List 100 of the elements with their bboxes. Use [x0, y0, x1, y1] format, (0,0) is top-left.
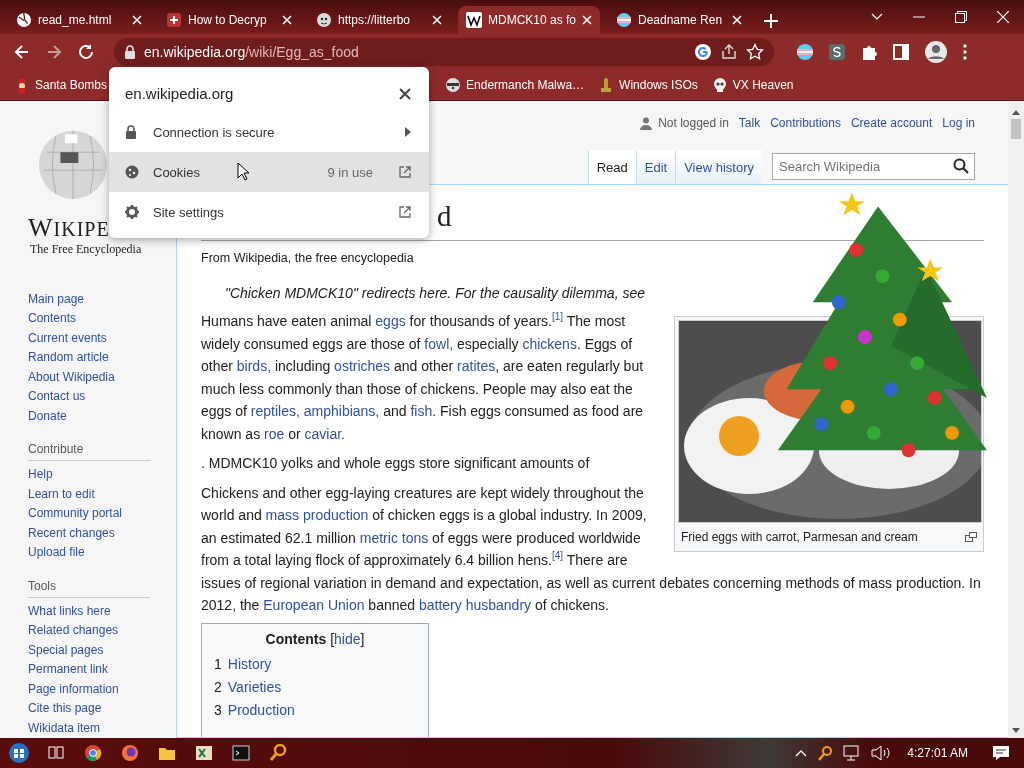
- chevron-down-icon[interactable]: [871, 13, 883, 21]
- browser-tab[interactable]: https://litterbo: [308, 6, 450, 34]
- user-link[interactable]: Create account: [850, 116, 933, 130]
- more-menu-icon[interactable]: [962, 43, 968, 61]
- link[interactable]: eggs: [375, 313, 406, 329]
- link[interactable]: fowl,: [424, 335, 454, 352]
- link[interactable]: amphibians,: [303, 403, 380, 419]
- link[interactable]: chickens: [522, 335, 577, 352]
- scroll-up-icon[interactable]: [1012, 109, 1020, 115]
- close-tab-icon[interactable]: [432, 15, 442, 25]
- scrollbar-thumb[interactable]: [1011, 119, 1021, 139]
- figure-caption: Fried eggs with carrot, Parmesan and cream: [681, 529, 918, 545]
- close-tab-icon[interactable]: [582, 15, 593, 25]
- hide-link[interactable]: hide: [334, 630, 361, 647]
- sidebar-link[interactable]: Upload file: [28, 543, 85, 563]
- user-link[interactable]: Talk: [738, 116, 761, 130]
- link[interactable]: ostriches: [334, 358, 391, 374]
- sidebar-link[interactable]: Special pages: [28, 640, 104, 660]
- toc-entry-link[interactable]: History: [227, 653, 272, 676]
- popup-menu-item[interactable]: Cookies 9 in use: [109, 152, 429, 192]
- scroll-down-icon[interactable]: [1012, 728, 1020, 734]
- sidebar-link[interactable]: Community portal: [28, 504, 123, 524]
- sidebar-link[interactable]: What links here: [28, 601, 111, 621]
- new-tab-icon[interactable]: [764, 14, 778, 28]
- view-tab[interactable]: Read: [587, 150, 636, 184]
- sidebar-link[interactable]: Help: [28, 465, 53, 485]
- sidebar-link[interactable]: Current events: [28, 328, 107, 348]
- terminal-icon[interactable]: [229, 742, 252, 764]
- reference-link[interactable]: [4]: [551, 550, 564, 562]
- sidebar-link[interactable]: Recent changes: [28, 523, 115, 543]
- link[interactable]: roe: [264, 425, 285, 442]
- bracket: [: [330, 630, 335, 647]
- sidebar-link[interactable]: Permanent link: [28, 660, 109, 680]
- link[interactable]: European Union: [263, 597, 365, 613]
- browser-tab[interactable]: read_me.html: [8, 6, 150, 34]
- sidebar-link[interactable]: Cite this page: [28, 699, 102, 719]
- cookie-icon: [125, 165, 139, 179]
- bookmark[interactable]: VX Heaven: [707, 77, 798, 93]
- link[interactable]: birds,: [236, 358, 272, 374]
- google-g-icon[interactable]: [694, 43, 712, 61]
- browser-tab[interactable]: Deadname Ren: [608, 6, 750, 34]
- sidebar-link[interactable]: Learn to edit: [28, 484, 95, 504]
- url-path: /wiki/Egg_as_food: [245, 44, 359, 60]
- link[interactable]: caviar.: [304, 425, 345, 442]
- toc-entry-link[interactable]: Production: [227, 699, 295, 722]
- link[interactable]: reptiles,: [250, 403, 304, 419]
- search-icon[interactable]: [953, 158, 969, 174]
- link[interactable]: battery husbandry: [418, 597, 532, 613]
- volume-icon[interactable]: [871, 745, 892, 761]
- profile-avatar-icon[interactable]: [924, 40, 948, 64]
- sidebar-link[interactable]: Contact us: [28, 387, 86, 407]
- link[interactable]: metric tons: [359, 529, 429, 546]
- skull-icon: [711, 77, 728, 93]
- enlarge-icon[interactable]: [965, 532, 977, 542]
- close-tab-icon[interactable]: [132, 15, 142, 25]
- restore-icon[interactable]: [955, 11, 967, 23]
- sidebar-link[interactable]: Contents: [28, 309, 77, 329]
- sidebar-link[interactable]: Wikidata item: [28, 718, 101, 738]
- browser-tab[interactable]: How to Decryp: [158, 6, 300, 34]
- search-field[interactable]: Search Wikipedia: [772, 153, 975, 180]
- share-icon[interactable]: [720, 43, 738, 61]
- sidebar-link[interactable]: Page information: [28, 679, 119, 699]
- sidebar-link[interactable]: Random article: [28, 348, 109, 368]
- wordmark: WIKIPE: [28, 217, 110, 240]
- popup-title: en.wikipedia.org: [125, 85, 234, 102]
- network-icon[interactable]: [843, 745, 862, 761]
- view-tab[interactable]: Edit: [635, 150, 676, 184]
- browser-tab[interactable]: MDMCK10 as fo: [458, 6, 600, 34]
- sidebar-link[interactable]: Related changes: [28, 621, 119, 641]
- user-link[interactable]: Contributions: [770, 116, 841, 130]
- link[interactable]: mass production: [265, 507, 369, 523]
- reference-link[interactable]: [1]: [552, 311, 564, 323]
- bookmark-star-icon[interactable]: [746, 43, 764, 61]
- side-panel-icon[interactable]: [892, 43, 910, 61]
- magnifier-icon[interactable]: [817, 745, 834, 761]
- striped-circle-icon: [616, 12, 632, 28]
- toc-entry-link[interactable]: Varieties: [227, 676, 282, 699]
- extension-s-icon[interactable]: [828, 43, 846, 61]
- scrollbar[interactable]: [1008, 101, 1024, 738]
- view-tab[interactable]: View history: [675, 150, 762, 184]
- popup-menu-item[interactable]: Connection is secure: [109, 112, 429, 152]
- sidebar-link[interactable]: About Wikipedia: [28, 367, 115, 387]
- bookmark[interactable]: Santa Bombs: [10, 77, 112, 93]
- striped-circle-icon[interactable]: [796, 43, 814, 61]
- notification-icon[interactable]: [992, 745, 1010, 761]
- puzzle-piece-icon[interactable]: [860, 43, 878, 61]
- address-bar[interactable]: en.wikipedia.org/wiki/Egg_as_food: [114, 38, 774, 66]
- sidebar-heading: Tools: [28, 577, 150, 598]
- bookmark[interactable]: Endermanch Malwa…: [441, 77, 589, 93]
- close-icon[interactable]: [399, 87, 411, 100]
- bookmark[interactable]: Windows ISOs: [594, 77, 702, 93]
- close-tab-icon[interactable]: [732, 15, 742, 25]
- start-orb-icon[interactable]: [7, 742, 30, 764]
- chevron-up-icon[interactable]: [795, 749, 808, 757]
- close-tab-icon[interactable]: [282, 15, 292, 25]
- sidebar-link[interactable]: Donate: [28, 406, 67, 426]
- sidebar-link[interactable]: Main page: [28, 289, 85, 309]
- paragraph: issues of regional variation in demand and expectation, as well as current debates concerning methods of mass production. In 2012, the European Union banned battery husbandry of chickens.: [201, 573, 982, 615]
- user-icon: [640, 116, 653, 130]
- user-link[interactable]: Log in: [942, 116, 975, 130]
